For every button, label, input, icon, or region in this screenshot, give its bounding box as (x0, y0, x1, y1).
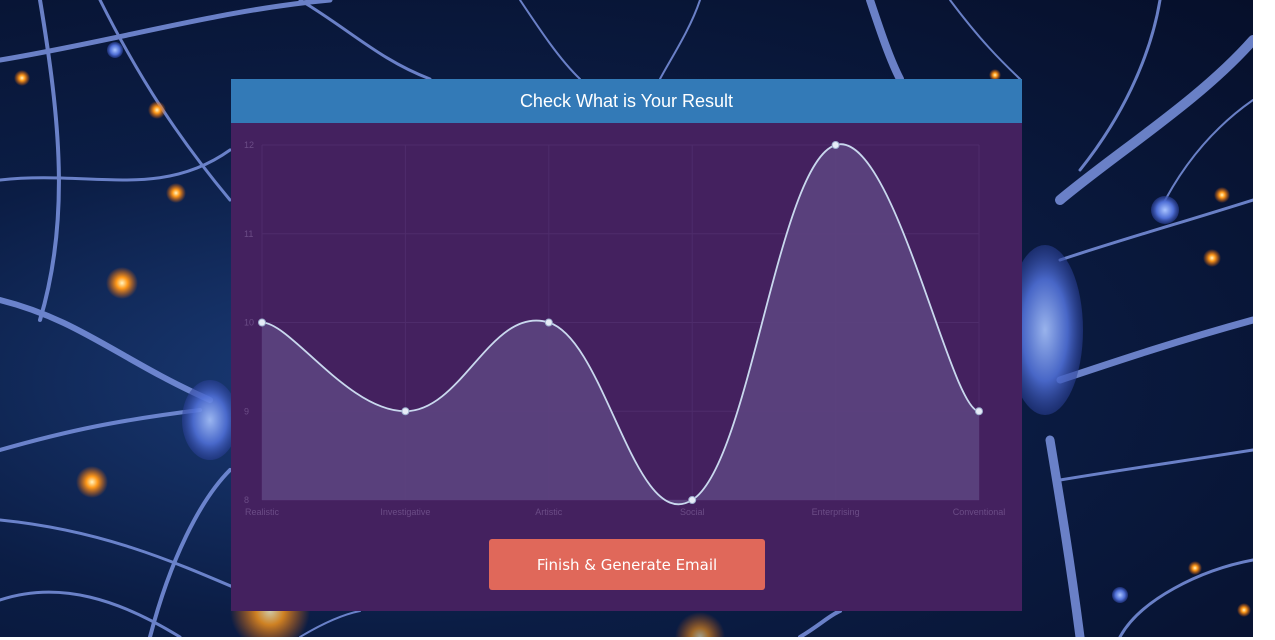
data-point-artistic (544, 318, 553, 327)
y-tick-label: 8 (244, 495, 249, 505)
result-card: Check What is Your Result 8 9 10 11 12 Reali… (231, 79, 1022, 611)
card-title: Check What is Your Result (519, 90, 734, 111)
series-area (262, 144, 979, 505)
x-category-label: Artistic (535, 507, 563, 517)
data-point-enterprising (831, 141, 840, 149)
data-point-realistic (258, 318, 266, 327)
x-category-label: Enterprising (812, 507, 860, 517)
x-category-label: Social (680, 507, 705, 517)
data-point-investigative (401, 407, 410, 416)
y-axis-ticks: 8 9 10 11 12 (244, 140, 254, 505)
neuron-background: Check What is Your Result 8 9 10 11 12 Reali… (0, 0, 1253, 637)
y-tick-label: 11 (244, 229, 253, 239)
x-category-label: Conventional (953, 507, 1006, 517)
y-tick-label: 10 (244, 318, 254, 328)
y-tick-label: 9 (244, 406, 249, 416)
x-axis-labels: Realistic Investigative Artistic Social Ente… (245, 507, 1005, 517)
card-header: Check What is Your Result (231, 79, 1022, 123)
x-category-label: Realistic (245, 507, 280, 517)
y-tick-label: 12 (244, 140, 254, 150)
result-chart: 8 9 10 11 12 Realistic Investigative Artistic S… (244, 140, 1005, 517)
data-point-social (688, 496, 697, 504)
x-category-label: Investigative (380, 507, 430, 517)
data-point-conventional (975, 407, 983, 416)
finish-generate-email-button[interactable]: Finish & Generate Email (489, 539, 765, 590)
